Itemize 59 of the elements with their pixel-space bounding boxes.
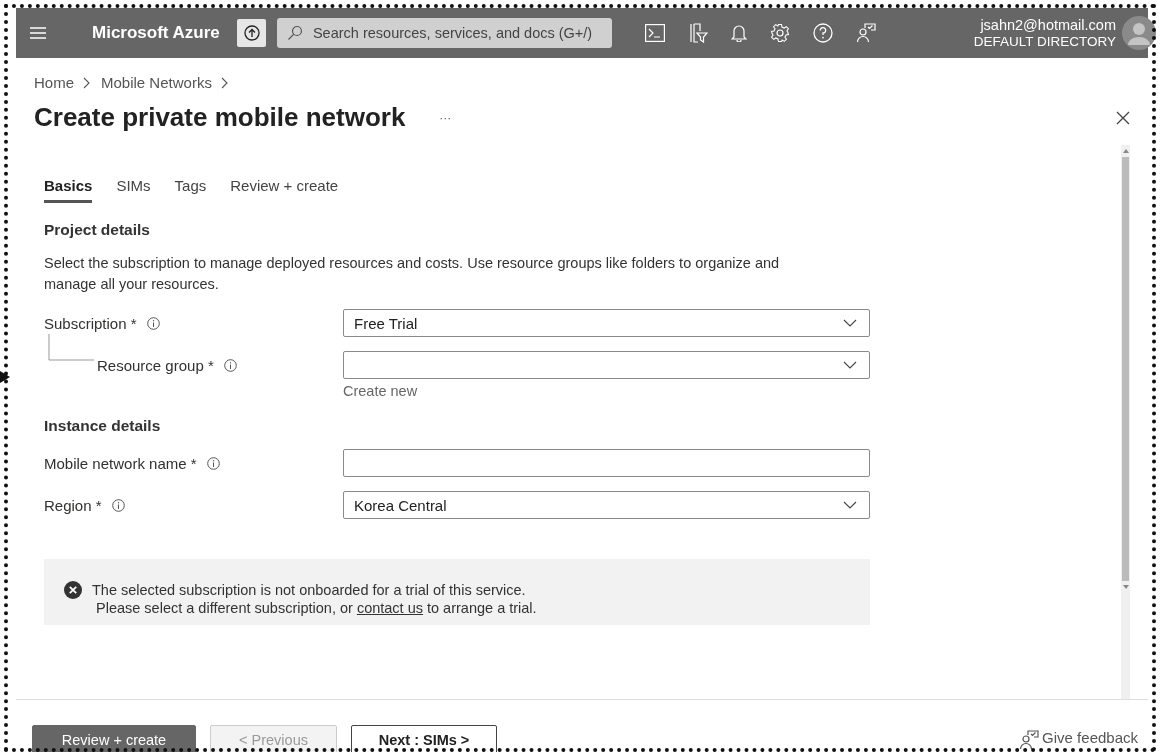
scroll-up-icon[interactable] (1122, 149, 1129, 153)
tree-connector (48, 334, 94, 362)
chevron-down-icon (843, 361, 857, 369)
scroll-down-icon[interactable] (1122, 585, 1129, 589)
chevron-down-icon (843, 501, 857, 509)
tab[interactable]: Tags (174, 177, 207, 203)
help-icon[interactable] (813, 23, 833, 43)
field-label: Mobile network name * (44, 454, 197, 472)
field-label: Subscription * (44, 314, 137, 332)
breadcrumb-link[interactable]: Home (34, 74, 74, 91)
feedback-icon[interactable] (856, 23, 876, 43)
upload-icon (243, 25, 260, 41)
terminal-icon[interactable] (645, 24, 665, 42)
chevron-down-icon (843, 319, 857, 327)
scrollbar-thumb[interactable] (1122, 157, 1129, 581)
bell-icon[interactable] (731, 24, 747, 42)
feedback-icon (1019, 729, 1040, 749)
tab[interactable]: SIMs (116, 177, 151, 203)
section-description: Select the subscription to manage deployed resources and costs. Use resource groups like folders to organize and manage all your resources. (44, 254, 781, 294)
tab[interactable]: Review + create (230, 177, 339, 203)
upload-button[interactable] (237, 19, 266, 47)
chevron-right-icon (220, 76, 228, 89)
page-title: Create private mobile network (34, 102, 406, 133)
pointer-arrow-icon (0, 371, 10, 383)
create-new-link[interactable]: Create new (343, 383, 870, 399)
menu-icon[interactable] (30, 27, 46, 39)
info-icon[interactable] (206, 456, 220, 470)
chevron-right-icon (83, 76, 90, 89)
avatar-icon[interactable] (1122, 16, 1156, 50)
wizard-button[interactable]: Review + create (32, 725, 196, 752)
close-icon[interactable] (1116, 110, 1130, 125)
info-icon[interactable] (146, 316, 160, 330)
error-text: Please select a different subscription, or contact us to arrange a trial. (95, 599, 537, 617)
scrollbar[interactable] (1121, 145, 1130, 699)
wizard-button[interactable]: Next : SIMs > (351, 725, 497, 752)
dropdown[interactable]: Free Trial (343, 309, 870, 337)
more-options-button[interactable]: ··· (439, 110, 452, 125)
info-icon[interactable] (111, 498, 125, 512)
settings-icon[interactable] (770, 23, 790, 43)
search-icon (287, 25, 303, 41)
section-heading: Project details (44, 221, 151, 239)
directory-name[interactable]: DEFAULT DIRECTORY (973, 33, 1116, 50)
directory-filter-icon[interactable] (688, 23, 708, 43)
breadcrumb-link[interactable]: Mobile Networks (101, 74, 212, 91)
give-feedback-link[interactable]: Give feedback (1019, 729, 1138, 749)
contact-link[interactable]: contact us (356, 600, 423, 616)
input-field[interactable] (343, 449, 870, 477)
brand-title[interactable]: Microsoft Azure (92, 23, 237, 43)
dropdown[interactable]: Korea Central (343, 491, 870, 519)
field-label: Resource group * (97, 356, 214, 374)
section-heading: Instance details (44, 417, 162, 435)
user-email[interactable]: jsahn2@hotmail.com (980, 16, 1116, 34)
error-icon (64, 581, 82, 599)
error-text: The selected subscription is not onboarded for a trial of this service. (92, 581, 527, 599)
dropdown[interactable] (343, 351, 870, 379)
info-icon[interactable] (223, 358, 237, 372)
tab[interactable]: Basics (44, 177, 93, 203)
field-label: Region * (44, 496, 102, 514)
search-field[interactable]: Search resources, services, and docs (G+/) (277, 18, 612, 48)
